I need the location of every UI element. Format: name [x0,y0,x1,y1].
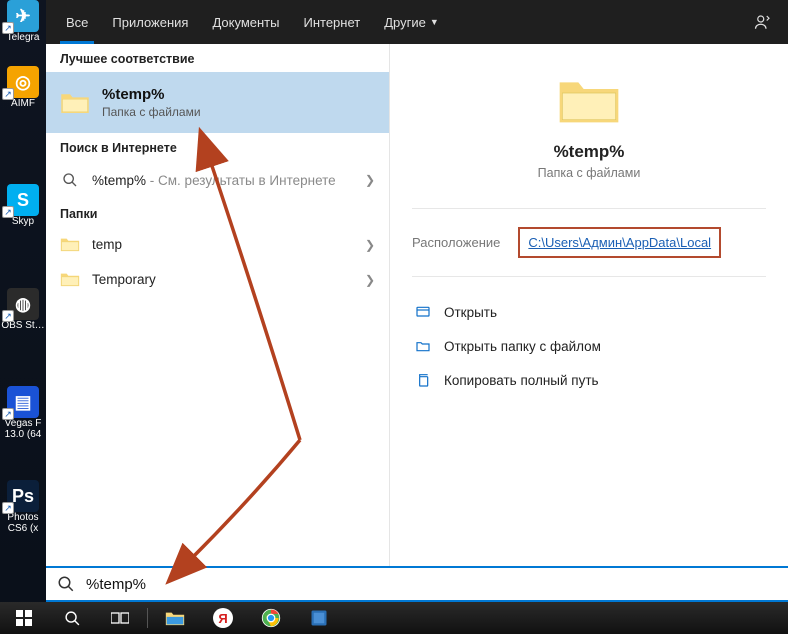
tab-apps[interactable]: Приложения [100,0,200,44]
action-label: Открыть [444,305,497,320]
chevron-right-icon: ❯ [365,273,375,287]
detail-pane: %temp% Папка с файлами Расположение C:\U… [390,44,788,602]
folder-icon [60,90,90,116]
web-query: %temp% [92,173,146,188]
web-hint: - См. результаты в Интернете [146,173,336,188]
search-results-panel: Все Приложения Документы Интернет Другие… [46,0,788,602]
taskbar: Я [0,602,788,634]
folder-result-item[interactable]: temp ❯ [46,227,389,262]
detail-subtitle: Папка с файлами [538,166,641,180]
search-icon [64,610,81,627]
search-bar[interactable] [46,566,788,602]
open-icon [414,303,432,321]
tab-label: Документы [212,15,279,30]
folder-result-item[interactable]: Temporary ❯ [46,262,389,297]
taskbar-app-explorer[interactable] [151,602,199,634]
best-match-title: %temp% [102,86,201,103]
chevron-right-icon: ❯ [365,238,375,252]
windows-icon [16,610,32,626]
shortcut-arrow-icon: ↗ [2,502,14,514]
task-view-button[interactable] [96,602,144,634]
shortcut-arrow-icon: ↗ [2,310,14,322]
action-open-location[interactable]: Открыть папку с файлом [412,329,766,363]
web-search-header: Поиск в Интернете [46,133,389,161]
yandex-icon: Я [213,608,233,628]
shortcut-arrow-icon: ↗ [2,408,14,420]
action-label: Открыть папку с файлом [444,339,601,354]
search-icon [60,170,80,190]
shortcut-label: CS6 (x [8,523,39,534]
desktop-background: ✈↗Telegra ◎↗AIMF S↗Skyp ◍↗OBS St… ▤↗Vegas F1… [0,0,46,602]
chevron-down-icon: ▼ [430,17,439,27]
shortcut-label: Skyp [12,216,34,227]
action-copy-path[interactable]: Копировать полный путь [412,363,766,397]
results-list: Лучшее соответствие %temp% Папка с файла… [46,44,390,602]
search-tabs: Все Приложения Документы Интернет Другие… [46,0,788,44]
shortcut-arrow-icon: ↗ [2,22,14,34]
separator [412,276,766,277]
desktop-shortcut[interactable]: ✈↗Telegra [0,0,46,43]
copy-icon [414,371,432,389]
desktop-shortcut[interactable]: ▤↗Vegas F13.0 (64 [0,386,46,440]
best-match-subtitle: Папка с файлами [102,105,201,119]
desktop-shortcut[interactable]: ◍↗OBS St… [0,288,46,331]
chrome-icon [261,608,281,628]
tab-docs[interactable]: Документы [200,0,291,44]
folder-icon [165,610,185,627]
chevron-right-icon: ❯ [365,173,375,187]
taskbar-app-chrome[interactable] [247,602,295,634]
tab-label: Все [66,15,88,30]
shortcut-label: AIMF [11,98,35,109]
location-label: Расположение [412,235,500,250]
app-icon [310,609,328,627]
folder-icon [557,74,621,128]
tab-label: Приложения [112,15,188,30]
tab-web[interactable]: Интернет [291,0,372,44]
desktop-shortcut[interactable]: S↗Skyp [0,184,46,227]
search-button[interactable] [48,602,96,634]
detail-title: %temp% [554,142,625,162]
folder-icon [60,236,80,253]
folders-header: Папки [46,199,389,227]
search-input[interactable] [86,576,778,593]
task-view-icon [111,611,129,625]
location-link[interactable]: C:\Users\Админ\AppData\Local [518,227,721,258]
taskbar-app-generic[interactable] [295,602,343,634]
tab-more[interactable]: Другие ▼ [372,0,451,44]
folder-name: temp [92,237,122,252]
tab-all[interactable]: Все [54,0,100,44]
shortcut-arrow-icon: ↗ [2,88,14,100]
folder-open-icon [414,337,432,355]
tab-label: Другие [384,15,426,30]
action-open[interactable]: Открыть [412,295,766,329]
desktop-shortcut[interactable]: ◎↗AIMF [0,66,46,109]
shortcut-label: 13.0 (64 [5,429,42,440]
taskbar-app-yandex[interactable]: Я [199,602,247,634]
feedback-icon[interactable] [752,11,774,33]
folder-icon [60,271,80,288]
separator [412,208,766,209]
best-match-header: Лучшее соответствие [46,44,389,72]
shortcut-arrow-icon: ↗ [2,206,14,218]
folder-name: Temporary [92,272,156,287]
best-match-item[interactable]: %temp% Папка с файлами [46,72,389,133]
action-label: Копировать полный путь [444,373,599,388]
start-button[interactable] [0,602,48,634]
web-search-item[interactable]: %temp% - См. результаты в Интернете ❯ [46,161,389,199]
search-icon [56,574,76,594]
tab-label: Интернет [303,15,360,30]
desktop-shortcut[interactable]: Ps↗PhotosCS6 (x [0,480,46,534]
